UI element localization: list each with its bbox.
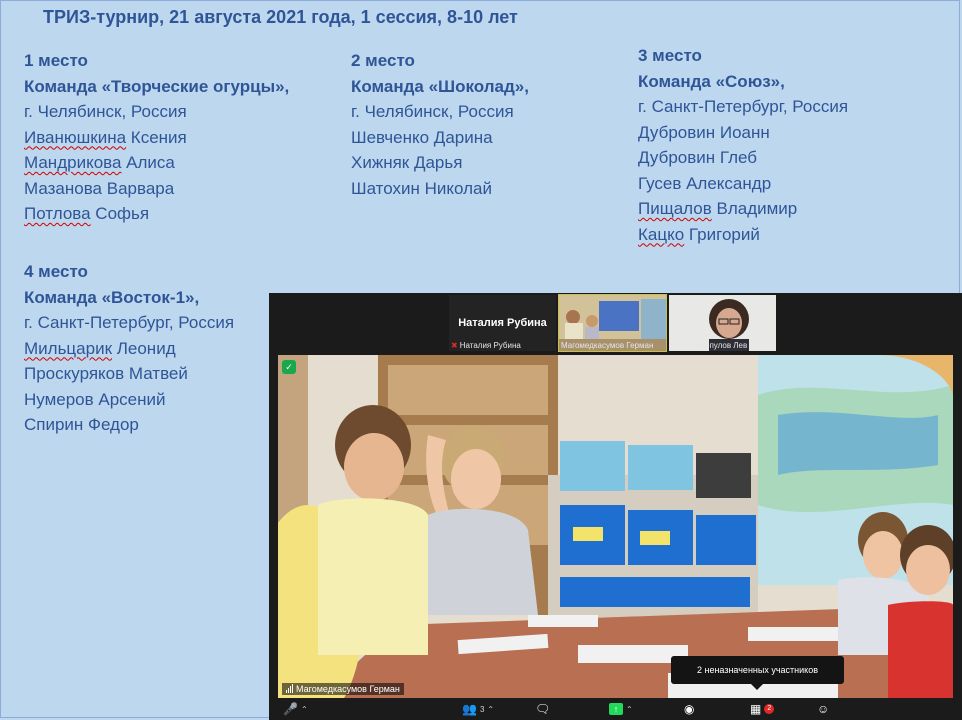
team-city: г. Челябинск, Россия [351,102,514,121]
member-name-rest: Григорий [684,224,760,244]
team-member: Гусев Александр [638,171,848,197]
member-name-rest: Дубровин Иоанн [638,122,770,142]
team-name: Команда «Шоколад», [351,76,529,96]
place-heading: 2 место [351,51,415,70]
classroom-video-frame [278,355,953,698]
share-screen-icon: ↑ [609,703,623,715]
member-name-rest: Спирин Федор [24,415,139,434]
team-member: Проскуряков Матвей [24,361,234,387]
mic-off-icon: 🎤 [283,702,298,716]
place-3-block: 3 место Команда «Союз», г. Санкт-Петербург… [638,43,848,247]
team-member: Дубровин Иоанн [638,120,848,146]
team-member: Пищалов Владимир [638,196,848,222]
member-surname: Кацко [638,224,685,244]
team-member: Мазанова Варвара [24,176,289,202]
breakout-rooms-icon: ▦ [750,702,762,716]
team-name: Команда «Восток-1», [24,287,200,307]
reactions-icon: ☺ [817,702,830,716]
team-member: Хижняк Дарья [351,150,529,176]
mic-muted-icon: ✖ [451,341,458,350]
team-member: Мильцарик Леонид [24,336,234,362]
member-name-rest: Ксения [126,127,187,147]
breakout-rooms-button[interactable]: ▦ 2 [750,701,775,717]
thumbnail-magomedkasumov[interactable]: Магомедкасумов Герман [558,294,667,352]
member-name-rest: Нумеров Арсений [24,389,166,409]
team-city: г. Санкт-Петербург, Россия [24,313,235,332]
member-surname: Иванюшкина [24,127,127,147]
place-1-block: 1 место Команда «Творческие огурцы», г. Че… [24,48,289,227]
member-surname: Мильцарик [24,338,113,358]
member-surname: Потлова [24,204,91,223]
chat-icon: 🗨 [535,702,551,716]
team-member: Мандрикова Алиса [24,150,289,176]
team-city: г. Челябинск, Россия [24,102,187,121]
team-member: Шевченко Дарина [351,125,529,151]
chevron-up-icon[interactable]: ⌃ [487,705,494,714]
team-member: Спирин Федор [24,412,234,438]
place-heading: 1 место [24,51,88,70]
zoom-meeting-window: Наталия Рубина ✖ Наталия Рубина Магомедк… [269,293,962,720]
member-name-rest: Алиса [121,153,175,172]
thumbnail-label: Магомедкасумов Герман [561,341,654,350]
member-name-rest: Дубровин Глеб [638,148,758,167]
thumbnail-big-name: Наталия Рубина [458,317,547,329]
place-heading: 4 место [24,262,88,281]
record-icon: ◉ [684,702,695,716]
meeting-toolbar: 🎤 ⌃ 👥 3 ⌃ 🗨 ↑ ⌃ ◉ ▦ 2 ☺ [269,698,962,720]
member-name-rest: Проскуряков Матвей [24,364,188,383]
member-surname: Пищалов [638,199,712,218]
member-name-rest: Шевченко Дарина [351,127,493,147]
team-name: Команда «Союз», [638,71,785,91]
place-2-block: 2 место Команда «Шоколад», г. Челябинск, Р… [351,48,529,201]
chevron-up-icon[interactable]: ⌃ [301,705,308,714]
team-member: Иванюшкина Ксения [24,125,289,151]
place-heading: 3 место [638,46,702,65]
share-screen-button[interactable]: ↑ ⌃ [609,701,633,717]
member-name-rest: Шатохин Николай [351,178,492,198]
encryption-shield-icon[interactable]: ✓ [282,360,296,374]
breakout-badge: 2 [764,704,775,714]
signal-bars-icon [286,684,293,693]
team-member: Кацко Григорий [638,222,848,248]
chevron-up-icon[interactable]: ⌃ [626,705,633,714]
member-name-rest: Хижняк Дарья [351,153,463,172]
main-video[interactable]: ✓ Магомедкасумов Герман [278,355,953,698]
member-name-rest: Софья [90,204,150,223]
team-name: Команда «Творческие огурцы», [24,76,290,96]
member-name-rest: Леонид [112,338,176,358]
thumbnail-karpulov[interactable]: Судья Карпулов Лев [669,295,776,351]
record-button[interactable]: ◉ [684,701,694,717]
thumbnail-strip: Наталия Рубина ✖ Наталия Рубина Магомедк… [269,293,962,353]
team-member: Шатохин Николай [351,176,529,202]
thumbnail-nataliya[interactable]: Наталия Рубина ✖ Наталия Рубина [449,295,556,351]
team-city: г. Санкт-Петербург, Россия [638,97,849,116]
participants-count: 3 [479,704,485,714]
thumbnail-label: Судья Карпулов Лев [671,341,748,350]
thumbnail-label: ✖ Наталия Рубина [451,341,521,350]
unassigned-participants-tooltip: 2 неназначенных участников [671,656,844,690]
participants-icon: 👥 [462,702,477,716]
member-name-rest: Владимир [711,199,798,218]
member-name-rest: Гусев Александр [638,173,772,193]
team-member: Потлова Софья [24,201,289,227]
chat-button[interactable]: 🗨 [535,701,550,717]
participants-button[interactable]: 👥 3 ⌃ [462,701,494,717]
member-name-rest: Мазанова Варвара [24,178,175,198]
team-member: Дубровин Глеб [638,145,848,171]
member-surname: Мандрикова [24,153,122,172]
place-4-block: 4 место Команда «Восток-1», г. Санкт-Петер… [24,259,234,438]
team-member: Нумеров Арсений [24,387,234,413]
reactions-button[interactable]: ☺ [817,701,829,717]
main-video-label: Магомедкасумов Герман [282,683,404,695]
slide-title: ТРИЗ-турнир, 21 августа 2021 года, 1 сес… [43,7,518,27]
unmute-button[interactable]: 🎤 ⌃ [283,701,308,717]
